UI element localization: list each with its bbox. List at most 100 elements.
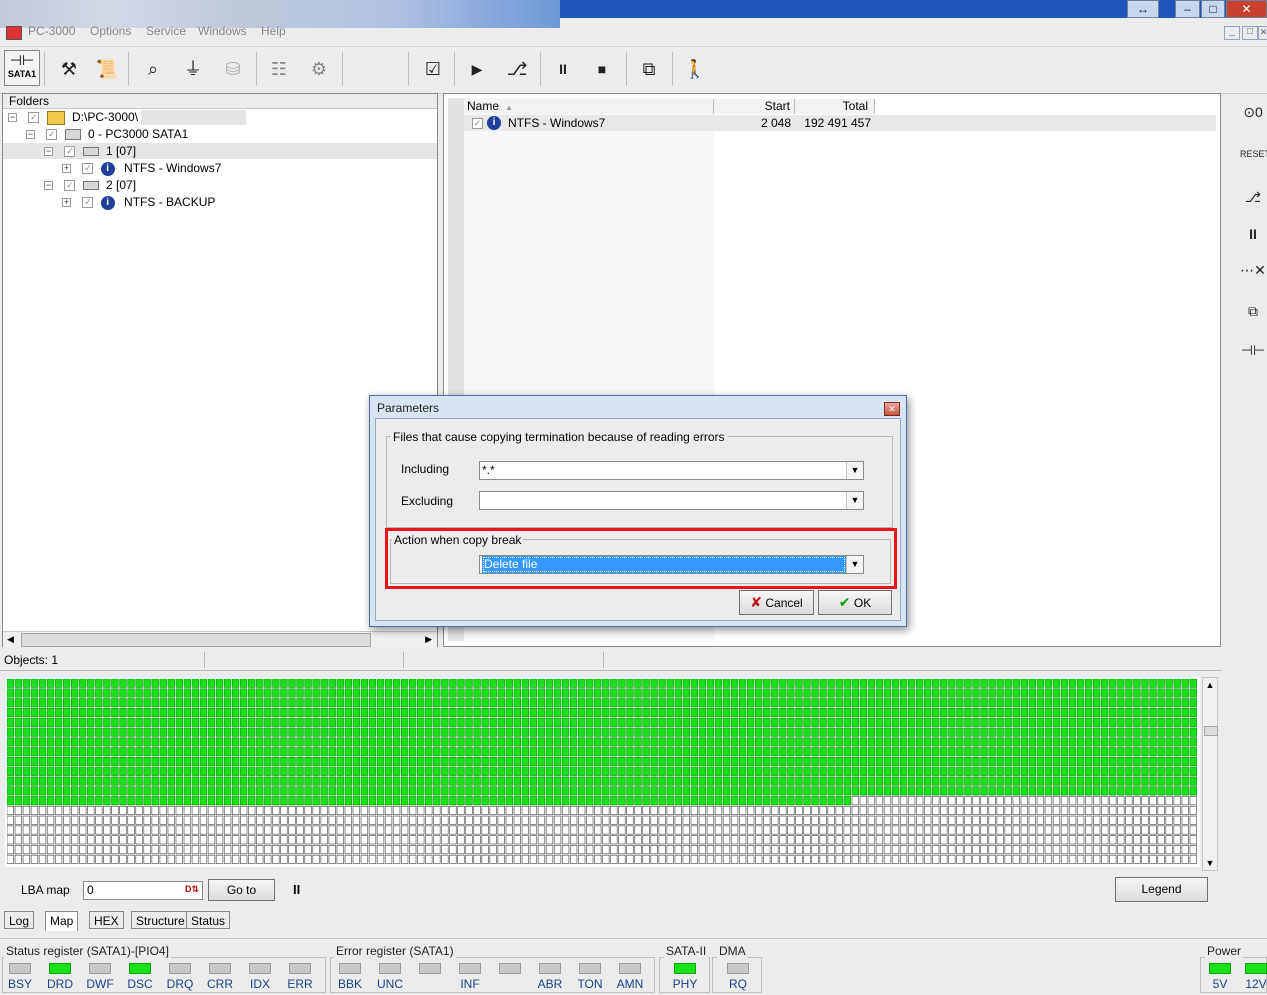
tools-icon[interactable]: ⚒ — [52, 52, 86, 86]
column-header-name[interactable]: Name ▲ — [464, 99, 714, 114]
map-block-unread — [1181, 845, 1189, 855]
tab-map[interactable]: Map — [45, 911, 79, 931]
tree-item-ntfs-windows7[interactable]: + ✓ i NTFS - Windows7 — [62, 160, 221, 177]
map-block-read — [658, 756, 666, 767]
mdi-close-button[interactable]: ✕ — [1258, 26, 1267, 40]
restore-size-button[interactable]: ↔ — [1127, 0, 1159, 18]
scroll-thumb[interactable] — [1204, 726, 1218, 736]
tree-structure-icon[interactable]: ☷ — [262, 52, 296, 86]
scroll-right-icon[interactable]: ▶ — [425, 632, 432, 647]
copy-stack-icon[interactable]: ⧉ — [1240, 299, 1266, 323]
row-checkbox[interactable]: ✓ — [472, 118, 483, 129]
pause-icon[interactable]: II — [546, 52, 580, 86]
map-block-read — [1125, 679, 1133, 688]
mdi-restore-button[interactable]: □ — [1242, 26, 1258, 40]
tab-log[interactable]: Log — [4, 911, 35, 929]
maximize-button[interactable]: □ — [1201, 0, 1225, 18]
excluding-combo[interactable]: ▼ — [479, 491, 864, 510]
chevron-down-icon[interactable]: ▼ — [846, 462, 863, 479]
tree-checkbox[interactable]: ✓ — [64, 180, 76, 192]
pause-side-icon[interactable]: II — [1240, 222, 1266, 246]
mdi-minimize-button[interactable]: _ — [1224, 26, 1240, 40]
expand-icon[interactable]: + — [62, 164, 71, 174]
merge-icon[interactable]: ⏚ — [176, 52, 210, 86]
minimize-button[interactable]: – — [1175, 0, 1200, 18]
sata-port-button[interactable]: ⊣⊢ SATA1 — [4, 50, 40, 86]
dec-hex-toggle-icon[interactable]: D⇅ — [185, 884, 199, 895]
play-icon[interactable]: ▶ — [460, 52, 494, 86]
tree-item-partition-2[interactable]: − ✓ 2 [07] — [44, 177, 136, 194]
cancel-button[interactable]: ✘ Cancel — [739, 590, 814, 615]
connector-side-icon[interactable]: ⊣⊢ — [1240, 338, 1266, 362]
error-register-led — [379, 963, 401, 974]
tree-checkbox[interactable]: ✓ — [28, 112, 40, 124]
folders-hscrollbar[interactable]: ◀ ▶ — [3, 631, 437, 647]
exit-icon[interactable]: 🚶 — [678, 52, 712, 86]
scroll-icon[interactable]: 📜 — [90, 52, 124, 86]
tree-checkbox[interactable]: ✓ — [82, 197, 94, 209]
menu-options[interactable]: Options — [90, 24, 131, 38]
map-vscrollbar[interactable]: ▲ ▼ — [1202, 677, 1218, 871]
table-row[interactable]: ✓ i NTFS - Windows7 2 048 192 491 457 — [464, 115, 1216, 131]
map-block-unread — [1125, 796, 1133, 806]
map-block-unread — [425, 854, 433, 864]
collapse-icon[interactable]: − — [44, 181, 53, 191]
collapse-icon[interactable]: − — [44, 147, 53, 157]
map-pause-button[interactable]: II — [293, 882, 300, 897]
map-block-read — [392, 717, 401, 727]
expand-icon[interactable]: + — [62, 198, 71, 208]
tree-checkbox[interactable]: ✓ — [82, 163, 94, 175]
reset-icon[interactable]: RESET — [1240, 142, 1267, 166]
scroll-down-icon[interactable]: ▼ — [1203, 858, 1217, 868]
tree-item-ntfs-backup[interactable]: + ✓ i NTFS - BACKUP — [62, 194, 215, 211]
map-block-unread — [71, 845, 79, 855]
database-icon[interactable]: ⛁ — [216, 52, 250, 86]
legend-button[interactable]: Legend — [1115, 877, 1208, 902]
checklist-icon[interactable]: ☑ — [416, 52, 450, 86]
menu-windows[interactable]: Windows — [198, 24, 247, 38]
tab-structure[interactable]: Structure — [131, 911, 190, 929]
branch-icon[interactable]: ⎇ — [1240, 185, 1266, 209]
map-block-read — [392, 698, 401, 708]
including-combo[interactable]: *.* ▼ — [479, 461, 864, 480]
flowchart-icon[interactable]: ⎇ — [500, 52, 534, 86]
binoculars-icon[interactable]: ⌕ — [136, 52, 170, 86]
menu-help[interactable]: Help — [261, 24, 286, 38]
tab-hex[interactable]: HEX — [89, 911, 124, 929]
close-window-button[interactable]: ✕ — [1226, 0, 1267, 18]
menu-service[interactable]: Service — [146, 24, 186, 38]
map-block-read — [851, 776, 859, 786]
tree-gear-icon[interactable]: ⚙ — [302, 52, 336, 86]
scroll-thumb[interactable] — [21, 633, 371, 647]
chevron-down-icon[interactable]: ▼ — [846, 492, 863, 509]
collapse-icon[interactable]: − — [26, 130, 35, 140]
map-block-read — [730, 776, 739, 786]
tree-item-partition-1[interactable]: − ✓ 1 [07] — [44, 143, 136, 160]
map-block-read — [674, 747, 682, 757]
map-block-read — [827, 708, 835, 718]
copy-windows-icon[interactable]: ⧉ — [632, 52, 666, 86]
collapse-icon[interactable]: − — [8, 113, 17, 123]
map-block-unread — [215, 805, 224, 816]
grid-cut-icon[interactable]: ⋯✕ — [1240, 258, 1266, 282]
tree-checkbox[interactable]: ✓ — [64, 146, 76, 158]
map-block-read — [891, 737, 900, 747]
map-block-read — [22, 747, 31, 757]
tree-item-pc3000-sata1[interactable]: − ✓ 0 - PC3000 SATA1 — [26, 126, 188, 143]
column-header-start[interactable]: Start — [714, 99, 795, 114]
tree-item-root[interactable]: − ✓ D:\PC-3000\ — [8, 109, 247, 126]
ok-button[interactable]: ✔ OK — [818, 590, 892, 615]
zero-counter-icon[interactable]: ⊙0 — [1240, 100, 1266, 124]
column-header-total[interactable]: Total — [795, 99, 875, 114]
scroll-up-icon[interactable]: ▲ — [1203, 680, 1217, 690]
scroll-left-icon[interactable]: ◀ — [7, 632, 14, 647]
lba-input[interactable]: 0 D⇅ — [83, 881, 203, 900]
map-block-read — [1181, 786, 1189, 796]
map-block-read — [159, 688, 167, 698]
tree-checkbox[interactable]: ✓ — [46, 129, 58, 141]
dialog-close-button[interactable]: ✕ — [884, 402, 900, 416]
goto-button[interactable]: Go to — [208, 879, 275, 901]
map-block-unread — [320, 835, 328, 845]
stop-icon[interactable]: ■ — [585, 52, 619, 86]
tab-status[interactable]: Status — [186, 911, 231, 929]
